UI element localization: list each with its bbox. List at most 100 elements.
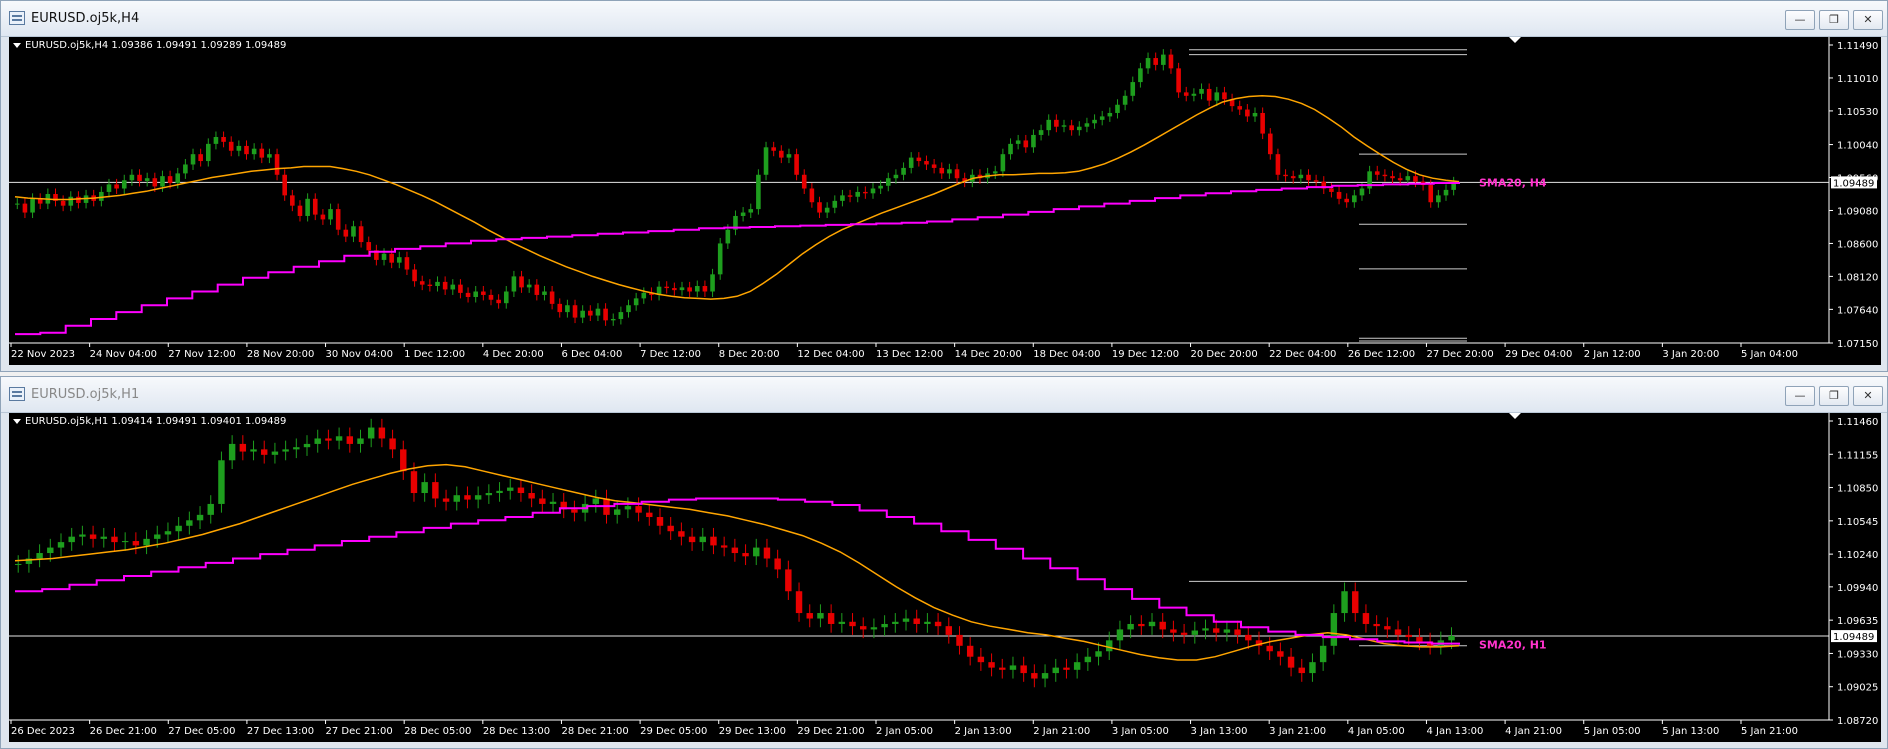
y-tick-label: 1.09940 — [1837, 583, 1878, 594]
candle-bull — [1009, 665, 1017, 670]
close-button[interactable]: ✕ — [1853, 386, 1883, 406]
candle-bull — [57, 542, 65, 548]
candle-bull — [15, 203, 20, 205]
window-titlebar[interactable]: EURUSD.oj5k,H1 — ❐ ✕ — [1, 377, 1887, 413]
candle-bear — [860, 626, 867, 630]
x-tick-label: 12 Dec 04:00 — [797, 349, 864, 360]
x-tick-label: 24 Nov 04:00 — [90, 349, 157, 360]
close-button[interactable]: ✕ — [1853, 10, 1883, 30]
candle-bear — [664, 286, 670, 289]
candle-bear — [801, 174, 807, 189]
candle-bear — [274, 154, 280, 175]
x-tick-label: 5 Jan 13:00 — [1662, 726, 1719, 737]
candle-bear — [1206, 88, 1212, 101]
candle-bull — [30, 198, 35, 213]
candle-bull — [328, 209, 333, 220]
x-tick-label: 26 Dec 12:00 — [1348, 349, 1415, 360]
candle-bull — [840, 195, 845, 201]
chart-plot-area[interactable]: EURUSD.oj5k,H1 1.09414 1.09491 1.09401 1… — [9, 413, 1881, 742]
candle-bull — [186, 520, 193, 526]
candle-bull — [1115, 104, 1120, 113]
candle-bear — [720, 545, 728, 548]
candle-bear — [198, 154, 203, 162]
candle-bear — [517, 487, 525, 494]
candle-bear — [1329, 188, 1334, 192]
candle-bull — [507, 487, 514, 491]
candle-bear — [496, 299, 501, 304]
candle-bull — [1341, 591, 1348, 614]
candle-bear — [346, 436, 354, 444]
candle-bear — [779, 150, 784, 158]
candle-bear — [1374, 171, 1380, 175]
chart-plot-area[interactable]: EURUSD.oj5k,H4 1.09386 1.09491 1.09289 1… — [9, 37, 1881, 365]
candle-bear — [76, 196, 81, 203]
x-tick-label: 3 Jan 20:00 — [1662, 349, 1719, 360]
candle-bull — [271, 451, 279, 455]
candle-bear — [1180, 632, 1188, 635]
candle-bear — [572, 305, 578, 318]
candle-bear — [282, 174, 287, 196]
candle-bull — [367, 427, 375, 439]
minimize-button[interactable]: — — [1785, 10, 1815, 30]
candle-bear — [432, 482, 439, 499]
candle-bear — [297, 205, 303, 216]
x-tick-label: 2 Jan 12:00 — [1584, 349, 1641, 360]
candle-bull — [473, 291, 478, 297]
sma-line — [14, 95, 1460, 300]
candle-bear — [534, 284, 540, 295]
candle-bear — [335, 209, 341, 230]
restore-button[interactable]: ❐ — [1819, 10, 1849, 30]
candle-bear — [806, 613, 813, 619]
candle-bear — [539, 498, 546, 504]
candle-bull — [121, 541, 129, 543]
y-tick-label: 1.09635 — [1837, 616, 1878, 627]
candle-bear — [1362, 613, 1370, 624]
candle-bull — [36, 553, 43, 559]
sma-label: SMA20, H1 — [1479, 639, 1547, 652]
candle-bear — [667, 525, 674, 532]
x-tick-label: 7 Dec 12:00 — [640, 349, 701, 360]
y-tick-label: 1.07640 — [1837, 305, 1878, 316]
candle-bear — [678, 531, 685, 537]
candle-bear — [1153, 58, 1158, 65]
candle-bear — [603, 308, 608, 321]
candle-bear — [588, 310, 593, 316]
chart-header-ohlc: EURUSD.oj5k,H4 1.09386 1.09491 1.09289 1… — [25, 40, 286, 51]
sma-label: SMA20, H4 — [1479, 176, 1547, 189]
y-tick-label: 1.08720 — [1837, 716, 1878, 727]
candle-bull — [641, 292, 647, 299]
candle-bull — [218, 460, 225, 504]
chart-window-h4[interactable]: EURUSD.oj5k,H4 — ❐ ✕ EURUSD.oj5k,H4 1.09… — [0, 0, 1888, 372]
candle-bear — [1023, 140, 1029, 148]
candle-bear — [358, 226, 364, 243]
minimize-button[interactable]: — — [1785, 386, 1815, 406]
candle-bull — [855, 191, 861, 197]
candle-bull — [485, 493, 493, 496]
candle-bear — [954, 169, 960, 179]
candle-bear — [785, 569, 792, 592]
window-titlebar[interactable]: EURUSD.oj5k,H4 — ❐ ✕ — [1, 1, 1887, 37]
candle-bull — [1191, 93, 1197, 96]
candle-bear — [111, 536, 118, 543]
chart-window-h1[interactable]: EURUSD.oj5k,H1 — ❐ ✕ EURUSD.oj5k,H1 1.09… — [0, 376, 1888, 749]
candlestick-chart-h1[interactable]: EURUSD.oj5k,H1 1.09414 1.09491 1.09401 1… — [9, 413, 1881, 742]
candle-bull — [565, 305, 570, 313]
y-tick-label: 1.10545 — [1837, 517, 1878, 528]
candle-bull — [282, 449, 289, 452]
chart-shift-marker-icon — [1509, 37, 1521, 43]
candle-bull — [592, 498, 600, 504]
y-tick-label: 1.09025 — [1837, 683, 1878, 694]
candlestick-chart-h4[interactable]: EURUSD.oj5k,H4 1.09386 1.09491 1.09289 1… — [9, 37, 1881, 365]
candle-bear — [1416, 637, 1423, 642]
x-tick-label: 29 Dec 13:00 — [719, 726, 786, 737]
candle-bear — [410, 471, 418, 494]
x-tick-label: 5 Jan 05:00 — [1584, 726, 1641, 737]
candle-bear — [771, 147, 776, 151]
candle-bear — [1170, 629, 1177, 633]
candle-bull — [68, 196, 74, 206]
restore-button[interactable]: ❐ — [1819, 386, 1849, 406]
candle-bull — [694, 286, 700, 292]
x-tick-label: 4 Jan 05:00 — [1348, 726, 1405, 737]
candle-bear — [702, 286, 708, 292]
x-tick-label: 29 Dec 05:00 — [640, 726, 707, 737]
